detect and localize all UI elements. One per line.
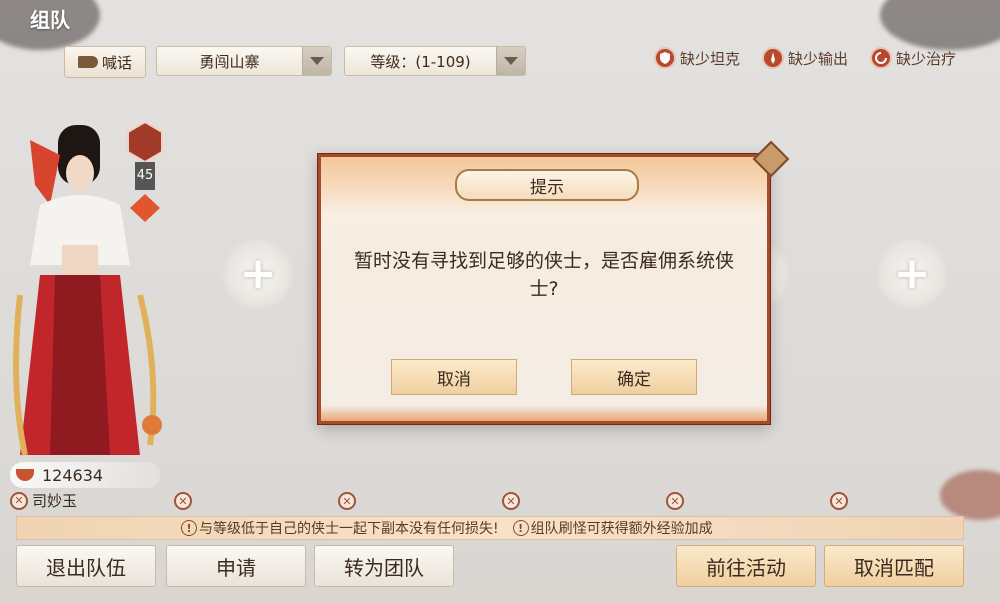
- dungeon-select-value: 勇闯山寨: [199, 52, 260, 71]
- lack-heal-label: 缺少治疗: [896, 49, 957, 68]
- close-circle-icon: ✕: [830, 492, 848, 510]
- confirm-dialog: 提示 暂时没有寻找到足够的侠士，是否雇佣系统侠士? 取消 确定: [318, 154, 770, 424]
- plus-icon: +: [893, 248, 931, 299]
- convert-to-raid-button[interactable]: 转为团队: [314, 545, 454, 587]
- combat-power: 124634: [10, 462, 160, 488]
- plus-icon: +: [239, 248, 277, 299]
- goto-activity-button[interactable]: 前往活动: [676, 545, 816, 587]
- dungeon-select[interactable]: 勇闯山寨: [156, 46, 332, 76]
- close-circle-icon: ✕: [174, 492, 192, 510]
- close-circle-icon: ✕: [10, 491, 28, 510]
- shout-button[interactable]: 喊话: [64, 46, 146, 78]
- lack-tank-indicator: 缺少坦克: [654, 46, 740, 70]
- dialog-confirm-button[interactable]: 确定: [571, 359, 697, 395]
- heal-icon: [870, 47, 892, 69]
- chevron-down-icon: [496, 47, 525, 75]
- lack-heal-indicator: 缺少治疗: [870, 46, 956, 70]
- cancel-match-button[interactable]: 取消匹配: [824, 545, 964, 587]
- empty-member-slot[interactable]: +: [222, 238, 294, 310]
- ink-cloud-decoration: [880, 0, 1000, 50]
- apply-button[interactable]: 申请: [166, 545, 306, 587]
- empty-member-slot[interactable]: +: [876, 238, 948, 310]
- warning-icon: !: [181, 520, 197, 536]
- dialog-message: 暂时没有寻找到足够的侠士，是否雇佣系统侠士?: [353, 250, 734, 300]
- ink-cloud-decoration: [940, 470, 1000, 520]
- lotus-icon: [16, 469, 34, 481]
- notice-left-text: 与等级低于自己的侠士一起下副本没有任何损失!: [199, 521, 499, 537]
- leave-team-button[interactable]: 退出队伍: [16, 545, 156, 587]
- close-circle-icon: ✕: [338, 492, 356, 510]
- lack-tank-label: 缺少坦克: [680, 49, 741, 68]
- level-select-value: 等级：(1-109): [370, 52, 471, 71]
- sword-icon: [762, 47, 784, 69]
- close-circle-icon: ✕: [502, 492, 520, 510]
- shield-icon: [654, 47, 676, 69]
- shout-label: 喊话: [101, 53, 132, 72]
- notice-bar: ! 与等级低于自己的侠士一起下副本没有任何损失! ! 组队刷怪可获得额外经验加成: [16, 516, 964, 540]
- combat-power-value: 124634: [42, 465, 104, 485]
- lack-dps-label: 缺少输出: [788, 49, 849, 68]
- page-title: 组队: [30, 8, 70, 32]
- dialog-title: 提示: [455, 169, 639, 201]
- member-name-row: ✕ 司妙玉: [10, 490, 77, 511]
- member-level: 45: [136, 168, 154, 183]
- close-circle-icon: ✕: [666, 492, 684, 510]
- dialog-cancel-button[interactable]: 取消: [391, 359, 517, 395]
- lack-dps-indicator: 缺少输出: [762, 46, 848, 70]
- notice-right-text: 组队刷怪可获得额外经验加成: [530, 521, 713, 537]
- chevron-down-icon: [302, 47, 331, 75]
- warning-icon: !: [512, 520, 529, 536]
- level-select[interactable]: 等级：(1-109): [344, 46, 526, 76]
- member-class-badge: 45: [126, 120, 164, 222]
- dialog-footer-band: [321, 405, 767, 421]
- member-name: 司妙玉: [32, 492, 78, 510]
- horn-icon: [77, 56, 98, 68]
